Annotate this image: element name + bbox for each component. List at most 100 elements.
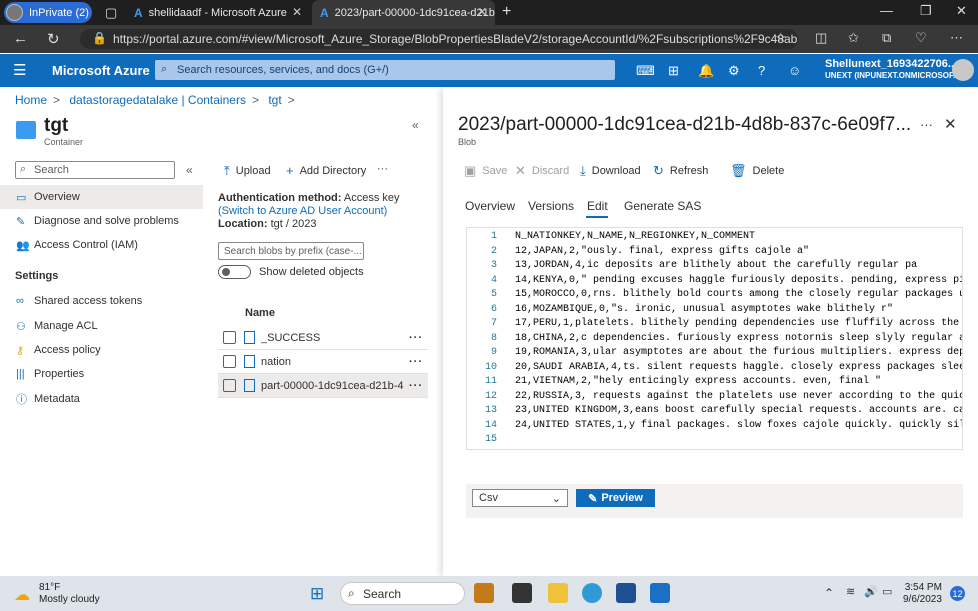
code-line[interactable]: 22,RUSSIA,3, requests against the platel… [515, 391, 962, 402]
tab-versions[interactable]: Versions [528, 199, 574, 213]
favorite-icon[interactable]: ☆ [775, 30, 787, 46]
minimize-icon[interactable]: — [880, 3, 893, 18]
back-icon[interactable]: ← [13, 30, 28, 47]
gear-icon[interactable]: ⚙ [728, 63, 740, 79]
add-directory-button[interactable]: + Add Directory [286, 163, 366, 178]
menu-search-input[interactable]: ⌕ Search [15, 161, 175, 179]
code-line[interactable]: 12,JAPAN,2,"ously. final, express gifts … [515, 246, 809, 257]
close-tab-icon[interactable]: ✕ [292, 5, 302, 19]
tab-actions-icon[interactable]: ▢ [105, 5, 117, 21]
extensions-icon[interactable]: ♡ [915, 30, 927, 46]
nav-metadata[interactable]: ⓘ Metadata [0, 387, 203, 411]
prefix-search-input[interactable]: Search blobs by prefix (case-... [218, 242, 364, 260]
nav-overview[interactable]: ▭ Overview [0, 185, 203, 209]
breadcrumb-tgt[interactable]: tgt [268, 93, 281, 107]
split-screen-icon[interactable]: ◫ [815, 30, 827, 46]
refresh-icon[interactable]: ↻ [47, 30, 60, 48]
row-checkbox[interactable] [223, 331, 236, 344]
more-actions-icon[interactable]: ··· [377, 163, 388, 175]
feedback-icon[interactable]: ☺ [788, 63, 801, 78]
switch-auth-link[interactable]: (Switch to Azure AD User Account) [218, 205, 387, 217]
code-line[interactable]: 18,CHINA,2,c dependencies. furiously exp… [515, 333, 962, 344]
outlook-icon[interactable] [650, 583, 670, 603]
store-icon[interactable] [616, 583, 636, 603]
code-line[interactable]: 13,JORDAN,4,ic deposits are blithely abo… [515, 260, 917, 271]
bell-icon[interactable]: 🔔 [698, 63, 714, 79]
row-more-icon[interactable]: ··· [404, 356, 428, 368]
code-line[interactable]: 24,UNITED STATES,1,y final packages. slo… [515, 420, 962, 431]
save-button[interactable]: ▣ Save [464, 163, 507, 179]
row-more-icon[interactable]: ··· [404, 380, 428, 392]
weather-widget[interactable]: 81°F Mostly cloudy [39, 582, 100, 606]
file-row[interactable]: nation ··· [218, 350, 428, 374]
menu-icon[interactable]: ☰ [13, 61, 26, 79]
nav-diagnose[interactable]: ✎ Diagnose and solve problems [0, 209, 203, 233]
collections-icon[interactable]: ⧉ [882, 30, 891, 46]
battery-icon[interactable]: ▭ [882, 585, 892, 598]
code-line[interactable]: N_NATIONKEY,N_NAME,N_REGIONKEY,N_COMMENT [515, 231, 755, 242]
tab-overview[interactable]: Overview [465, 199, 515, 213]
code-line[interactable]: 23,UNITED KINGDOM,3,eans boost carefully… [515, 405, 962, 416]
chevron-up-icon[interactable]: ⌃ [824, 586, 834, 600]
code-line[interactable]: 21,VIETNAM,2,"hely enticingly express ac… [515, 376, 881, 387]
directory-icon[interactable]: ⊞ [668, 63, 679, 79]
new-tab-icon[interactable]: + [502, 3, 511, 21]
collapse-icon[interactable]: « [412, 118, 419, 132]
breadcrumb-containers[interactable]: datastoragedatalake | Containers [69, 93, 246, 107]
briefcase-icon[interactable] [474, 583, 494, 603]
tab-generate-sas[interactable]: Generate SAS [624, 199, 701, 213]
code-line[interactable]: 16,MOZAMBIQUE,0,"s. ironic, unusual asym… [515, 304, 893, 315]
tab-shellidaadf[interactable]: Ashellidaadf - Microsoft Azure ✕ [126, 0, 310, 25]
nav-iam[interactable]: 👥 Access Control (IAM) [0, 233, 203, 257]
favorites-icon[interactable]: ✩ [848, 30, 859, 46]
row-more-icon[interactable]: ··· [404, 332, 428, 344]
task-view-icon[interactable] [512, 583, 532, 603]
cloud-shell-icon[interactable]: ⌨ [636, 63, 655, 79]
nav-shared-access-tokens[interactable]: ∞ Shared access tokens [0, 289, 203, 313]
row-checkbox[interactable] [223, 355, 236, 368]
nav-manage-acl[interactable]: ⚇ Manage ACL [0, 314, 203, 338]
code-line[interactable]: 20,SAUDI ARABIA,4,ts. silent requests ha… [515, 362, 962, 373]
code-line[interactable]: 14,KENYA,0," pending excuses haggle furi… [515, 275, 962, 286]
file-row[interactable]: part-00000-1dc91cea-d21b-4... ··· [218, 374, 428, 398]
file-row[interactable]: _SUCCESS ··· [218, 326, 428, 350]
download-button[interactable]: ⤓ Download [580, 163, 641, 179]
column-header-name[interactable]: Name [245, 307, 275, 319]
tab-edit[interactable]: Edit [587, 199, 608, 213]
discard-button[interactable]: ✕ Discard [515, 163, 569, 179]
refresh-button[interactable]: ↻ Refresh [653, 163, 708, 179]
global-search-input[interactable]: ⌕ Search resources, services, and docs (G… [155, 60, 615, 80]
account-info[interactable]: Shellunext_1693422706... UNEXT (INPUNEXT.… [825, 58, 960, 82]
preview-button[interactable]: ✎ Preview [576, 489, 655, 507]
user-avatar[interactable] [952, 59, 974, 81]
code-line[interactable]: 19,ROMANIA,3,ular asymptotes are about t… [515, 347, 962, 358]
nav-properties[interactable]: ||| Properties [0, 362, 203, 386]
volume-icon[interactable]: 🔊 [864, 585, 878, 598]
notification-badge[interactable]: 12 [950, 586, 965, 601]
close-blade-icon[interactable]: ✕ [944, 115, 957, 133]
edge-icon[interactable] [582, 583, 602, 603]
upload-button[interactable]: ⤒ Upload [224, 163, 271, 179]
show-deleted-toggle[interactable] [218, 265, 251, 279]
inprivate-badge[interactable]: InPrivate (2) [4, 2, 92, 23]
code-editor[interactable]: 1 N_NATIONKEY,N_NAME,N_REGIONKEY,N_COMMEN… [466, 227, 963, 450]
blade-more-icon[interactable]: ··· [920, 117, 933, 132]
clock[interactable]: 3:54 PM 9/6/2023 [903, 582, 942, 606]
code-line[interactable]: 17,PERU,1,platelets. blithely pending de… [515, 318, 962, 329]
taskbar-search[interactable]: ⌕ Search [340, 582, 465, 605]
format-select[interactable]: Csv ⌄ [472, 489, 568, 507]
wifi-icon[interactable]: ≋ [846, 585, 855, 598]
url-field[interactable]: 🔒 https://portal.azure.com/#view/Microsof… [80, 29, 798, 49]
close-window-icon[interactable]: ✕ [956, 3, 967, 19]
brand-title[interactable]: Microsoft Azure [52, 63, 150, 78]
help-icon[interactable]: ? [758, 63, 765, 78]
more-icon[interactable]: ⋯ [950, 30, 963, 46]
collapse-menu-icon[interactable]: « [186, 163, 193, 177]
tab-blob[interactable]: A 2023/part-00000-1dc91cea-d21b ✕ [312, 0, 495, 25]
breadcrumb-home[interactable]: Home [15, 93, 47, 107]
code-line[interactable]: 15,MOROCCO,0,rns. blithely bold courts a… [515, 289, 962, 300]
row-checkbox[interactable] [223, 379, 236, 392]
file-explorer-icon[interactable] [548, 583, 568, 603]
close-tab-icon[interactable]: ✕ [477, 5, 487, 19]
nav-access-policy[interactable]: ⚷ Access policy [0, 338, 203, 362]
